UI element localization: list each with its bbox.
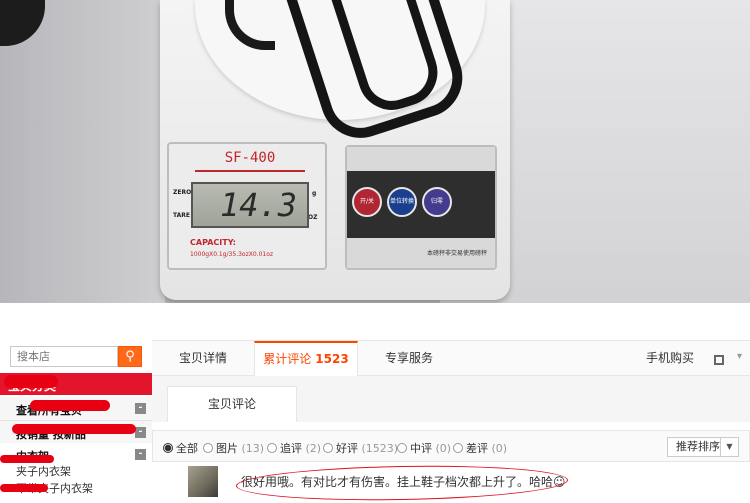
collapse-icon[interactable]: - — [135, 403, 146, 414]
filter-label: 图片 — [216, 442, 238, 455]
radio-icon[interactable] — [203, 443, 213, 453]
mobile-buy-link[interactable]: 手机购买 — [630, 341, 710, 376]
scale-model: SF-400 — [195, 150, 305, 172]
capacity-spec: 1000gX0.1g/35.3ozX0.01oz — [190, 251, 274, 258]
zero-button-graphic: 归零 — [422, 187, 452, 217]
filter-neutral[interactable]: 中评 (0) — [397, 440, 451, 456]
unit-button-graphic: 单位转换 — [387, 187, 417, 217]
redaction-mark — [0, 484, 48, 492]
unit-oz-label: OZ — [308, 214, 318, 221]
filter-count: (1523) — [361, 442, 399, 455]
radio-icon[interactable] — [267, 443, 277, 453]
review-filter-bar: 全部 图片 (13) 追评 (2) 好评 (1523) 中评 (0) 差评 (0… — [152, 430, 750, 462]
collapse-icon[interactable]: - — [135, 427, 146, 438]
photo-background-left — [0, 0, 165, 303]
tab-reviews[interactable]: 累计评论 1523 — [254, 341, 358, 377]
radio-icon[interactable] — [453, 443, 463, 453]
filter-count: (0) — [491, 442, 508, 455]
radio-icon[interactable] — [323, 443, 333, 453]
tab-reviews-label: 累计评论 — [263, 352, 312, 366]
chevron-down-icon[interactable]: ▾ — [737, 351, 742, 362]
review-count: 1523 — [315, 352, 349, 366]
tare-label: TARE — [173, 212, 190, 219]
shop-search-input[interactable] — [10, 346, 118, 367]
filter-label: 追评 — [280, 442, 302, 455]
filter-count: (2) — [305, 442, 322, 455]
filter-images[interactable]: 图片 (13) — [203, 440, 264, 456]
scale-button-panel: 开/关 单位转换 归零 本磅秤非交易使用磅秤 — [345, 145, 497, 270]
redaction-mark — [12, 424, 136, 434]
power-button-graphic: 开/关 — [352, 187, 382, 217]
search-button[interactable]: ⚲ — [118, 346, 142, 367]
collapse-icon[interactable]: - — [135, 449, 146, 460]
filter-all[interactable]: 全部 — [163, 440, 198, 456]
sort-select[interactable]: 推荐排序 ▼ — [667, 437, 739, 457]
capacity-label: CAPACITY: — [190, 238, 236, 247]
sort-label: 推荐排序 — [676, 440, 720, 453]
redaction-mark — [4, 375, 58, 388]
filter-label: 全部 — [176, 442, 198, 455]
search-icon: ⚲ — [125, 349, 135, 364]
review-subtab-strip: 宝贝评论 — [152, 376, 750, 422]
product-photo: SF-400 ZERO TARE g OZ 14.3 CAPACITY: 100… — [0, 0, 750, 303]
redaction-mark — [30, 400, 110, 411]
radio-icon[interactable] — [397, 443, 407, 453]
filter-positive[interactable]: 好评 (1523) — [323, 440, 398, 456]
filter-followup[interactable]: 追评 (2) — [267, 440, 321, 456]
filter-label: 差评 — [466, 442, 488, 455]
detail-tabbar: 宝贝详情 累计评论 1523 专享服务 手机购买 ▾ — [152, 340, 750, 377]
subcategory-clip-hanger[interactable]: 夹子内衣架 — [16, 463, 71, 479]
filter-count: (13) — [241, 442, 265, 455]
unit-g-label: g — [312, 190, 317, 197]
filter-count: (0) — [435, 442, 452, 455]
tab-item-details[interactable]: 宝贝详情 — [152, 341, 254, 376]
tab-services[interactable]: 专享服务 — [358, 341, 460, 376]
reviewer-avatar — [188, 466, 218, 497]
filter-label: 中评 — [410, 442, 432, 455]
filter-negative[interactable]: 差评 (0) — [453, 440, 507, 456]
filter-label: 好评 — [336, 442, 358, 455]
tab-item-reviews[interactable]: 宝贝评论 — [167, 386, 297, 422]
redaction-mark — [0, 455, 54, 463]
panel-strip — [347, 147, 495, 171]
zero-label: ZERO — [173, 189, 192, 196]
lcd-readout: 14.3 — [191, 182, 309, 228]
dropdown-arrow-icon[interactable]: ▼ — [720, 438, 738, 456]
radio-selected-icon[interactable] — [163, 443, 173, 453]
scale-footer-text: 本磅秤非交易使用磅秤 — [347, 238, 495, 268]
shop-sidebar: ⚲ 宝贝分类 查看所有宝贝 - 按销量 按新品 - 内衣架 - 夹子内衣架 不带… — [0, 340, 152, 497]
qr-code-icon[interactable] — [714, 355, 724, 365]
